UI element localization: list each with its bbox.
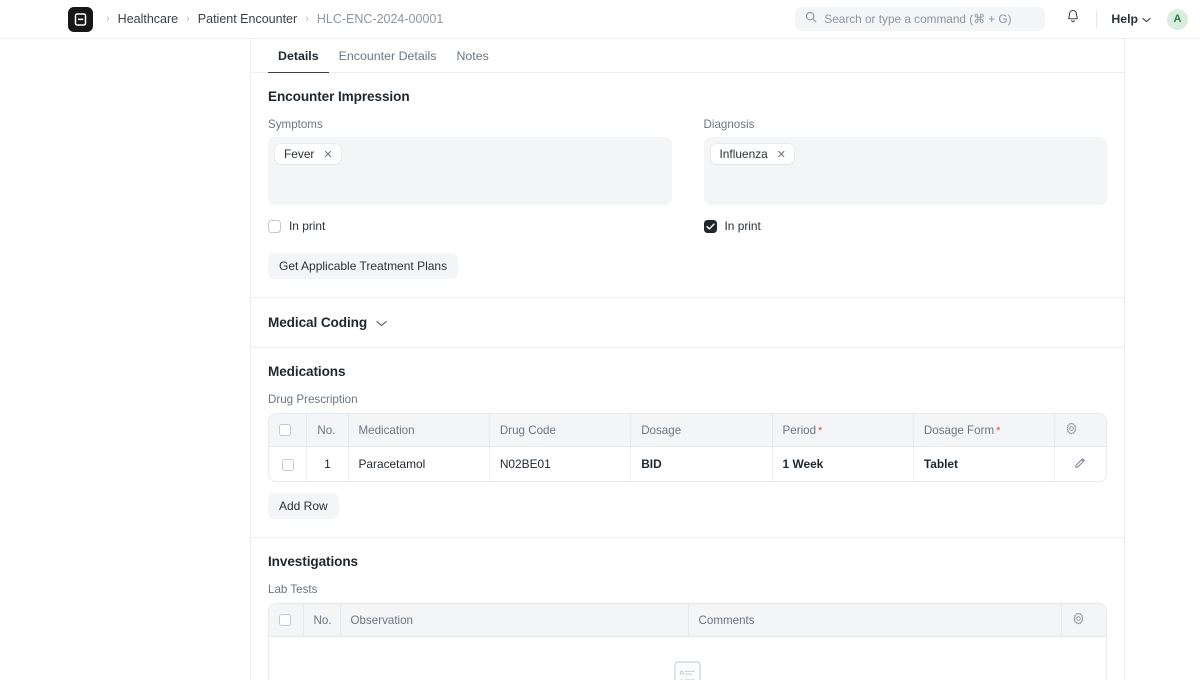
symptoms-in-print-checkbox[interactable] — [268, 220, 281, 233]
required-asterisk: * — [818, 425, 822, 437]
table-row[interactable]: 1 Paracetamol N02BE01 BID 1 Week Tablet — [269, 447, 1106, 482]
drug-grid-settings-header — [1055, 414, 1106, 447]
tab-encounter-details[interactable]: Encounter Details — [329, 40, 447, 73]
row-edit-cell — [1055, 447, 1106, 482]
remove-symptom-icon[interactable]: ✕ — [323, 149, 332, 160]
column-header-period: Period* — [772, 414, 913, 447]
lab-tests-empty-state: No Data — [269, 637, 1106, 680]
breadcrumb: › Healthcare › Patient Encounter › HLC-E… — [101, 10, 446, 28]
help-label: Help — [1111, 12, 1138, 26]
gear-icon[interactable] — [1072, 612, 1085, 625]
diagnosis-input[interactable]: Influenza ✕ — [704, 137, 1108, 205]
column-header-dosage: Dosage — [631, 414, 772, 447]
right-gutter — [1125, 39, 1200, 680]
breadcrumb-separator-2: › — [300, 13, 314, 25]
lab-tests-grid: No. Observation Comments — [268, 603, 1107, 680]
gear-icon[interactable] — [1065, 422, 1078, 435]
breadcrumb-item-healthcare[interactable]: Healthcare — [115, 10, 181, 28]
get-applicable-treatment-plans-button[interactable]: Get Applicable Treatment Plans — [268, 253, 458, 279]
encounter-impression-title: Encounter Impression — [268, 89, 1107, 104]
page-body: Details Encounter Details Notes Encounte… — [0, 39, 1200, 680]
column-header-drug-code: Drug Code — [489, 414, 630, 447]
drug-prescription-header-row: No. Medication Drug Code Dosage Period* … — [269, 414, 1106, 447]
medical-coding-toggle[interactable]: Medical Coding — [268, 315, 1107, 330]
document-list-icon — [674, 661, 701, 680]
select-all-drugs-checkbox[interactable] — [279, 424, 291, 436]
required-asterisk: * — [996, 425, 1000, 437]
pencil-icon[interactable] — [1074, 456, 1087, 469]
diagnosis-in-print-checkbox[interactable] — [704, 220, 717, 233]
search-input[interactable] — [824, 12, 1035, 26]
app-logo[interactable] — [68, 7, 93, 32]
symptoms-field: Symptoms Fever ✕ In print — [268, 118, 672, 233]
search-icon — [805, 10, 817, 28]
impression-fields-row: Symptoms Fever ✕ In print — [268, 118, 1107, 233]
symptoms-label: Symptoms — [268, 118, 672, 131]
row-select-checkbox[interactable] — [282, 459, 294, 471]
section-medications: Medications Drug Prescription N — [251, 348, 1124, 538]
left-gutter — [0, 39, 250, 680]
column-header-dosage-form: Dosage Form* — [913, 414, 1054, 447]
bell-icon — [1066, 9, 1080, 29]
symptom-pill[interactable]: Fever ✕ — [275, 144, 341, 164]
diagnosis-label: Diagnosis — [704, 118, 1108, 131]
medications-title: Medications — [268, 364, 1107, 379]
select-all-drugs-header — [269, 414, 307, 447]
select-all-labs-header — [269, 604, 303, 637]
cell-dosage[interactable]: BID — [631, 447, 772, 482]
symptoms-in-print-label[interactable]: In print — [289, 219, 325, 233]
tab-notes[interactable]: Notes — [446, 40, 498, 73]
column-header-no: No. — [303, 604, 340, 637]
section-investigations: Investigations Lab Tests No. O — [251, 538, 1124, 680]
diagnosis-pill-label: Influenza — [720, 147, 768, 161]
breadcrumb-item-patient-encounter[interactable]: Patient Encounter — [195, 10, 300, 28]
search-box[interactable] — [795, 7, 1045, 31]
main-content: Details Encounter Details Notes Encounte… — [250, 39, 1125, 680]
symptom-pill-label: Fever — [284, 147, 314, 161]
remove-diagnosis-icon[interactable]: ✕ — [777, 149, 786, 160]
top-navbar: › Healthcare › Patient Encounter › HLC-E… — [0, 0, 1200, 39]
breadcrumb-item-current: HLC-ENC-2024-00001 — [314, 10, 446, 28]
section-encounter-impression: Encounter Impression Symptoms Fever ✕ — [251, 73, 1124, 298]
navbar-divider — [1096, 11, 1097, 28]
diagnosis-field: Diagnosis Influenza ✕ In pri — [704, 118, 1108, 233]
diagnosis-pill[interactable]: Influenza ✕ — [711, 144, 794, 164]
breadcrumb-separator-0: › — [101, 13, 115, 25]
diagnosis-in-print-label[interactable]: In print — [725, 219, 761, 233]
cell-drug-code[interactable]: N02BE01 — [489, 447, 630, 482]
section-medical-coding: Medical Coding — [251, 298, 1124, 348]
medical-coding-title: Medical Coding — [268, 315, 367, 330]
column-header-medication: Medication — [348, 414, 489, 447]
navbar-right: Help A — [795, 5, 1188, 33]
add-row-button[interactable]: Add Row — [268, 493, 339, 519]
chevron-down-icon[interactable] — [376, 315, 387, 330]
lab-tests-label: Lab Tests — [268, 583, 1107, 596]
help-menu-button[interactable]: Help — [1106, 9, 1156, 29]
symptoms-in-print-row: In print — [268, 219, 672, 233]
row-select-cell — [269, 447, 307, 482]
select-all-labs-checkbox[interactable] — [279, 614, 291, 626]
lab-grid-settings-header — [1061, 604, 1107, 637]
drug-prescription-grid: No. Medication Drug Code Dosage Period* … — [268, 413, 1107, 482]
cell-period[interactable]: 1 Week — [772, 447, 913, 482]
lab-tests-header-row: No. Observation Comments — [269, 604, 1107, 637]
column-header-no: No. — [307, 414, 348, 447]
avatar[interactable]: A — [1167, 9, 1188, 30]
diagnosis-in-print-row: In print — [704, 219, 1108, 233]
column-header-comments: Comments — [688, 604, 1061, 637]
breadcrumb-separator-1: › — [181, 13, 195, 25]
cell-no: 1 — [307, 447, 348, 482]
symptoms-input[interactable]: Fever ✕ — [268, 137, 672, 205]
cell-medication[interactable]: Paracetamol — [348, 447, 489, 482]
investigations-title: Investigations — [268, 554, 1107, 569]
column-header-observation: Observation — [340, 604, 688, 637]
tab-bar: Details Encounter Details Notes — [251, 39, 1124, 73]
tab-details[interactable]: Details — [268, 40, 329, 73]
cell-dosage-form[interactable]: Tablet — [913, 447, 1054, 482]
chevron-down-icon — [1142, 12, 1151, 26]
drug-prescription-label: Drug Prescription — [268, 393, 1107, 406]
notifications-button[interactable] — [1059, 5, 1087, 33]
